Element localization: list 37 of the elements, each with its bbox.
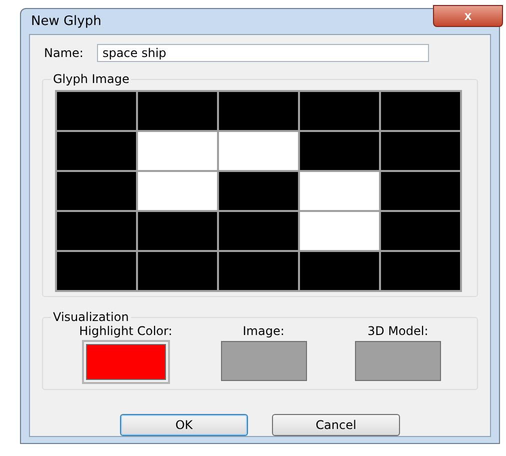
glyph-cell[interactable] — [300, 92, 379, 130]
swatch-label: Image: — [242, 324, 284, 338]
glyph-cell[interactable] — [381, 252, 460, 290]
glyph-cell[interactable] — [300, 172, 379, 210]
glyph-cell[interactable] — [219, 252, 298, 290]
glyph-cell[interactable] — [138, 92, 217, 130]
glyph-cell[interactable] — [219, 132, 298, 170]
glyph-cell[interactable] — [300, 132, 379, 170]
name-label: Name: — [44, 46, 84, 60]
ok-button[interactable]: OK — [120, 414, 248, 436]
window-title: New Glyph — [31, 14, 102, 29]
glyph-cell[interactable] — [219, 172, 298, 210]
swatch-label: Highlight Color: — [79, 324, 172, 338]
glyph-cell[interactable] — [381, 212, 460, 250]
glyph-cell[interactable] — [57, 92, 136, 130]
cancel-button[interactable]: Cancel — [272, 414, 400, 436]
glyph-cell[interactable] — [381, 172, 460, 210]
glyph-cell[interactable] — [300, 212, 379, 250]
glyph-cell[interactable] — [138, 132, 217, 170]
glyph-cell[interactable] — [138, 252, 217, 290]
glyph-cell[interactable] — [381, 132, 460, 170]
glyph-cell[interactable] — [57, 212, 136, 250]
group-title: Glyph Image — [51, 72, 132, 86]
glyph-cell[interactable] — [381, 92, 460, 130]
glyph-cell[interactable] — [57, 132, 136, 170]
glyph-cell[interactable] — [138, 212, 217, 250]
color-swatch[interactable] — [220, 341, 307, 381]
color-swatch[interactable] — [354, 341, 441, 381]
glyph-cell[interactable] — [219, 212, 298, 250]
glyph-cell[interactable] — [300, 252, 379, 290]
group-title: Visualization — [51, 310, 131, 324]
glyph-cell[interactable] — [138, 172, 217, 210]
name-field[interactable]: space ship — [97, 44, 430, 62]
swatch-label: 3D Model: — [367, 324, 428, 338]
glyph-cell[interactable] — [57, 172, 136, 210]
glyph-cell[interactable] — [219, 92, 298, 130]
glyph-cell[interactable] — [57, 252, 136, 290]
